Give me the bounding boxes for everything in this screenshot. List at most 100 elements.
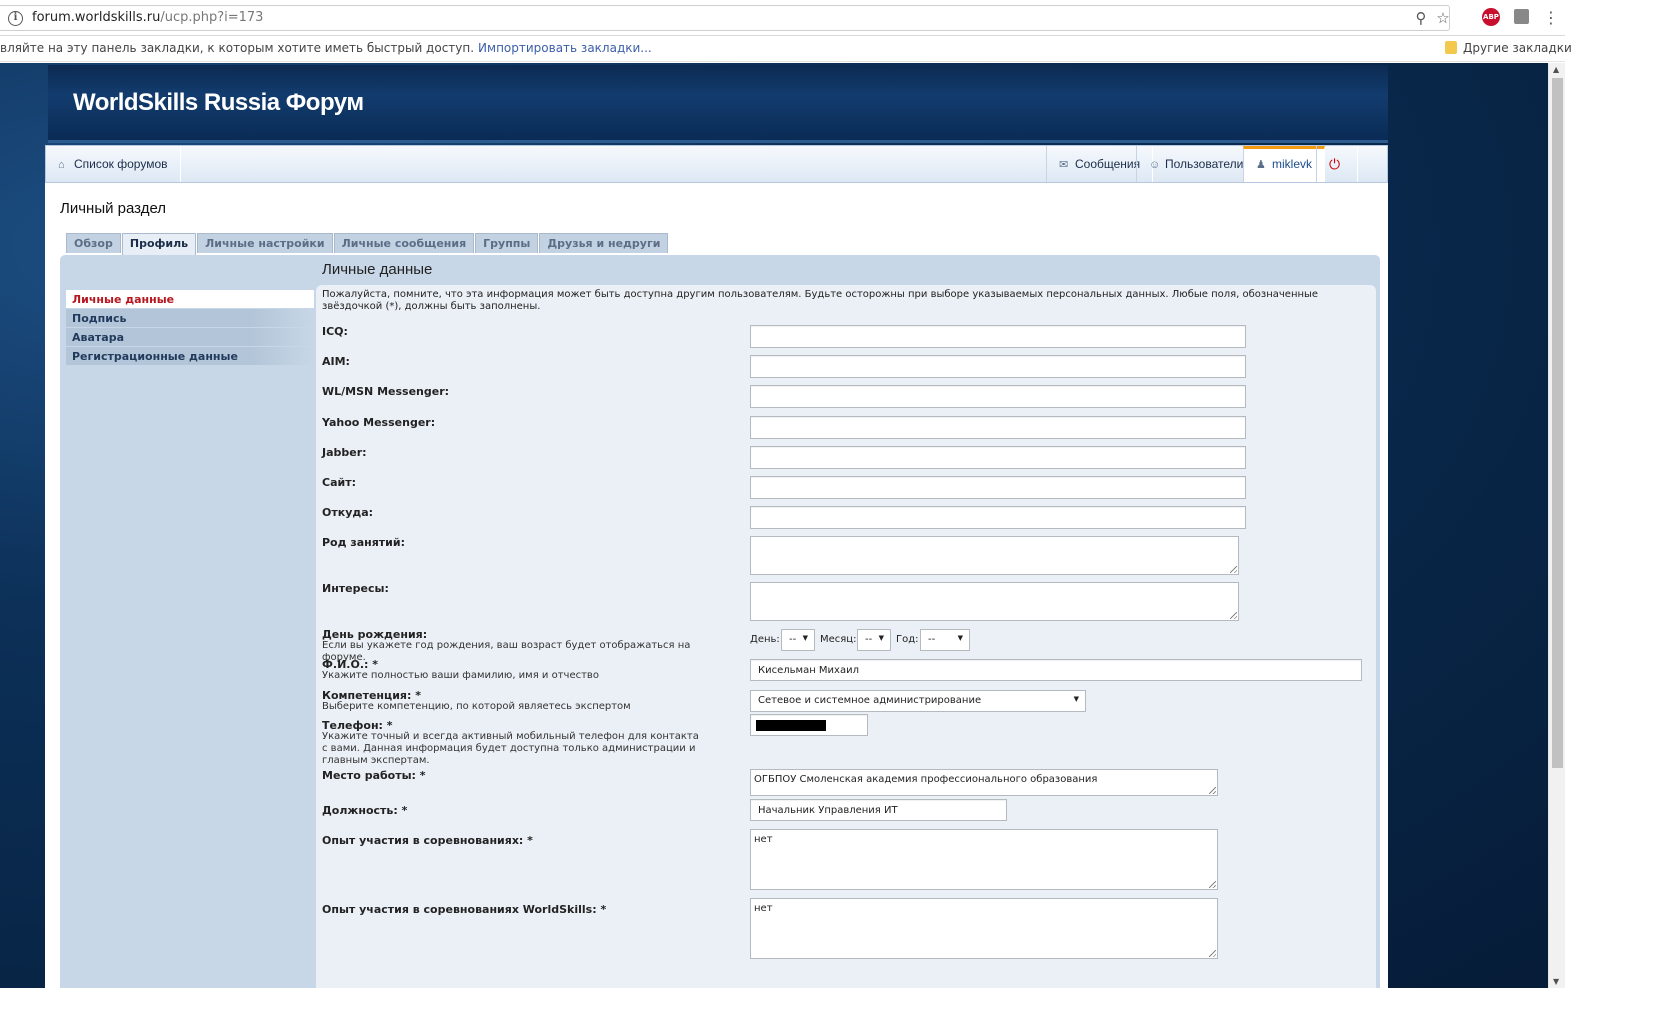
tab-friends-foes[interactable]: Друзья и недруги (539, 233, 669, 253)
main-content: Личный раздел Обзор Профиль Личные настрой… (45, 183, 1388, 988)
phone-redacted-mask (756, 720, 826, 731)
phone-input[interactable] (750, 714, 868, 736)
year-label: Год: (896, 634, 919, 645)
other-bookmarks-label: Другие закладки (1463, 41, 1572, 55)
month-value: -- (865, 634, 873, 645)
ws-experience-textarea[interactable]: нет (750, 898, 1218, 959)
site-label: Сайт: (322, 476, 356, 489)
tab-groups[interactable]: Группы (475, 233, 539, 253)
icq-label: ICQ: (322, 325, 348, 338)
position-input[interactable]: Начальник Управления ИТ (750, 799, 1007, 821)
nav-forum-list[interactable]: ⌂ Список форумов (46, 146, 181, 182)
nav-logout[interactable]: ⏻ (1316, 146, 1358, 182)
occupation-textarea[interactable] (750, 536, 1239, 575)
forum-header: WorldSkills Russia Форум (48, 65, 1388, 143)
bookmark-star-icon[interactable]: ☆ (1434, 9, 1452, 27)
browser-window: i forum.worldskills.ru/ucp.php?i=173 ⚲ ☆… (0, 0, 1572, 990)
experience-label: Опыт участия в соревнованиях: * (322, 834, 533, 847)
from-input[interactable] (750, 506, 1246, 529)
yahoo-input[interactable] (750, 416, 1246, 439)
tab-overview[interactable]: Обзор (66, 233, 121, 253)
month-label: Месяц: (820, 634, 857, 645)
jabber-input[interactable] (750, 446, 1246, 469)
icq-input[interactable] (750, 325, 1246, 348)
page-scrollbar[interactable]: ▲ ▼ (1548, 63, 1565, 988)
ucp-tabs: Обзор Профиль Личные настройки Личные сообщ… (66, 233, 669, 255)
fio-hint: Укажите полностью ваши фамилию, имя и от… (322, 670, 599, 681)
url-host: forum.worldskills.ru (32, 10, 161, 25)
chevron-down-icon: ▼ (878, 634, 884, 642)
chevron-down-icon: ▼ (802, 634, 808, 642)
nav-user-profile[interactable]: ♟ miklevk (1243, 146, 1326, 182)
scroll-up-arrow-icon[interactable]: ▲ (1553, 65, 1559, 74)
side-item-avatar[interactable]: Аватара (66, 328, 314, 347)
site-input[interactable] (750, 476, 1246, 499)
experience-textarea[interactable]: нет (750, 829, 1218, 890)
menu-kebab-icon[interactable]: ⋮ (1542, 9, 1560, 27)
chevron-down-icon: ▼ (957, 634, 963, 642)
competence-hint: Выберите компетенцию, по которой являете… (322, 701, 631, 712)
jabber-label: Jabber: (322, 446, 367, 459)
url-path: /ucp.php?i=173 (160, 10, 264, 25)
month-select[interactable]: -- ▼ (857, 629, 891, 651)
day-select[interactable]: -- ▼ (781, 629, 815, 651)
section-title: Личные данные (322, 261, 433, 278)
zoom-icon[interactable]: ⚲ (1412, 9, 1430, 27)
folder-icon (1445, 41, 1457, 54)
extension-icon[interactable] (1514, 9, 1529, 24)
site-info-icon[interactable]: i (8, 11, 23, 26)
profile-side-menu: Личные данные Подпись Аватара Регистраци… (66, 290, 314, 366)
tab-private-messages[interactable]: Личные сообщения (333, 233, 475, 253)
year-select[interactable]: -- ▼ (920, 629, 970, 651)
from-label: Откуда: (322, 506, 374, 519)
competence-select[interactable]: Сетевое и системное администрирование ▼ (750, 690, 1086, 712)
yahoo-label: Yahoo Messenger: (322, 416, 436, 429)
page-title: Личный раздел (60, 200, 167, 217)
nav-users-label: Пользователи (1165, 157, 1244, 171)
tab-profile[interactable]: Профиль (121, 233, 197, 255)
position-label: Должность: * (322, 804, 408, 817)
address-bar-area: i forum.worldskills.ru/ucp.php?i=173 ⚲ ☆… (0, 0, 1565, 36)
fio-input[interactable]: Кисельман Михаил (750, 659, 1362, 681)
msn-input[interactable] (750, 385, 1246, 408)
nav-forum-list-label: Список форумов (74, 157, 168, 171)
site-title[interactable]: WorldSkills Russia Форум (73, 89, 364, 117)
nav-messages-label: Сообщения (1075, 157, 1141, 171)
nav-users[interactable]: ☺ Пользователи (1136, 146, 1257, 182)
aim-input[interactable] (750, 355, 1246, 378)
side-item-personal-data[interactable]: Личные данные (66, 290, 314, 309)
envelope-icon: ✉ (1059, 159, 1069, 171)
msn-label: WL/MSN Messenger: (322, 385, 450, 398)
workplace-textarea[interactable]: ОГБПОУ Смоленская академия профессиональ… (750, 769, 1218, 796)
bookmarks-bar: вляйте на эту панель закладки, к которым… (0, 36, 1572, 62)
home-icon: ⌂ (58, 159, 65, 171)
interests-label: Интересы: (322, 582, 389, 595)
aim-label: AIM: (322, 355, 350, 368)
phone-hint: Укажите точный и всегда активный мобильн… (322, 731, 699, 766)
ws-experience-label: Опыт участия в соревнованиях WorldSkills… (322, 903, 607, 916)
address-bar[interactable]: i forum.worldskills.ru/ucp.php?i=173 ⚲ ☆ (0, 5, 1450, 31)
import-bookmarks-link[interactable]: Импортировать закладки... (478, 41, 652, 55)
tab-preferences[interactable]: Личные настройки (197, 233, 333, 253)
power-icon: ⏻ (1329, 156, 1341, 172)
scrollbar-thumb[interactable] (1552, 78, 1563, 768)
workplace-label: Место работы: * (322, 769, 426, 782)
occupation-label: Род занятий: (322, 536, 405, 549)
adblock-plus-icon[interactable]: ABP (1482, 8, 1500, 26)
interests-textarea[interactable] (750, 582, 1239, 621)
navbar: ⌂ Список форумов ✉ Сообщения ☺ Пользователи… (45, 145, 1388, 183)
competence-value: Сетевое и системное администрирование (758, 695, 982, 706)
bookmarks-hint: вляйте на эту панель закладки, к которым… (0, 41, 475, 55)
profile-form: Пожалуйста, помните, что эта информация … (316, 285, 1376, 988)
side-item-signature[interactable]: Подпись (66, 309, 314, 328)
day-label: День: (750, 634, 780, 645)
scroll-down-arrow-icon[interactable]: ▼ (1553, 977, 1559, 986)
other-bookmarks-folder[interactable]: Другие закладки (1445, 41, 1572, 55)
profile-panel: Личные данные Подпись Аватара Регистраци… (60, 255, 1380, 988)
user-icon: ♟ (1256, 159, 1266, 171)
side-item-registration[interactable]: Регистрационные данные (66, 347, 314, 366)
users-icon: ☺ (1149, 159, 1161, 171)
url-text[interactable]: forum.worldskills.ru/ucp.php?i=173 (32, 10, 263, 25)
year-value: -- (928, 634, 936, 645)
page-viewport: WorldSkills Russia Форум ⌂ Список форумов… (0, 63, 1548, 988)
